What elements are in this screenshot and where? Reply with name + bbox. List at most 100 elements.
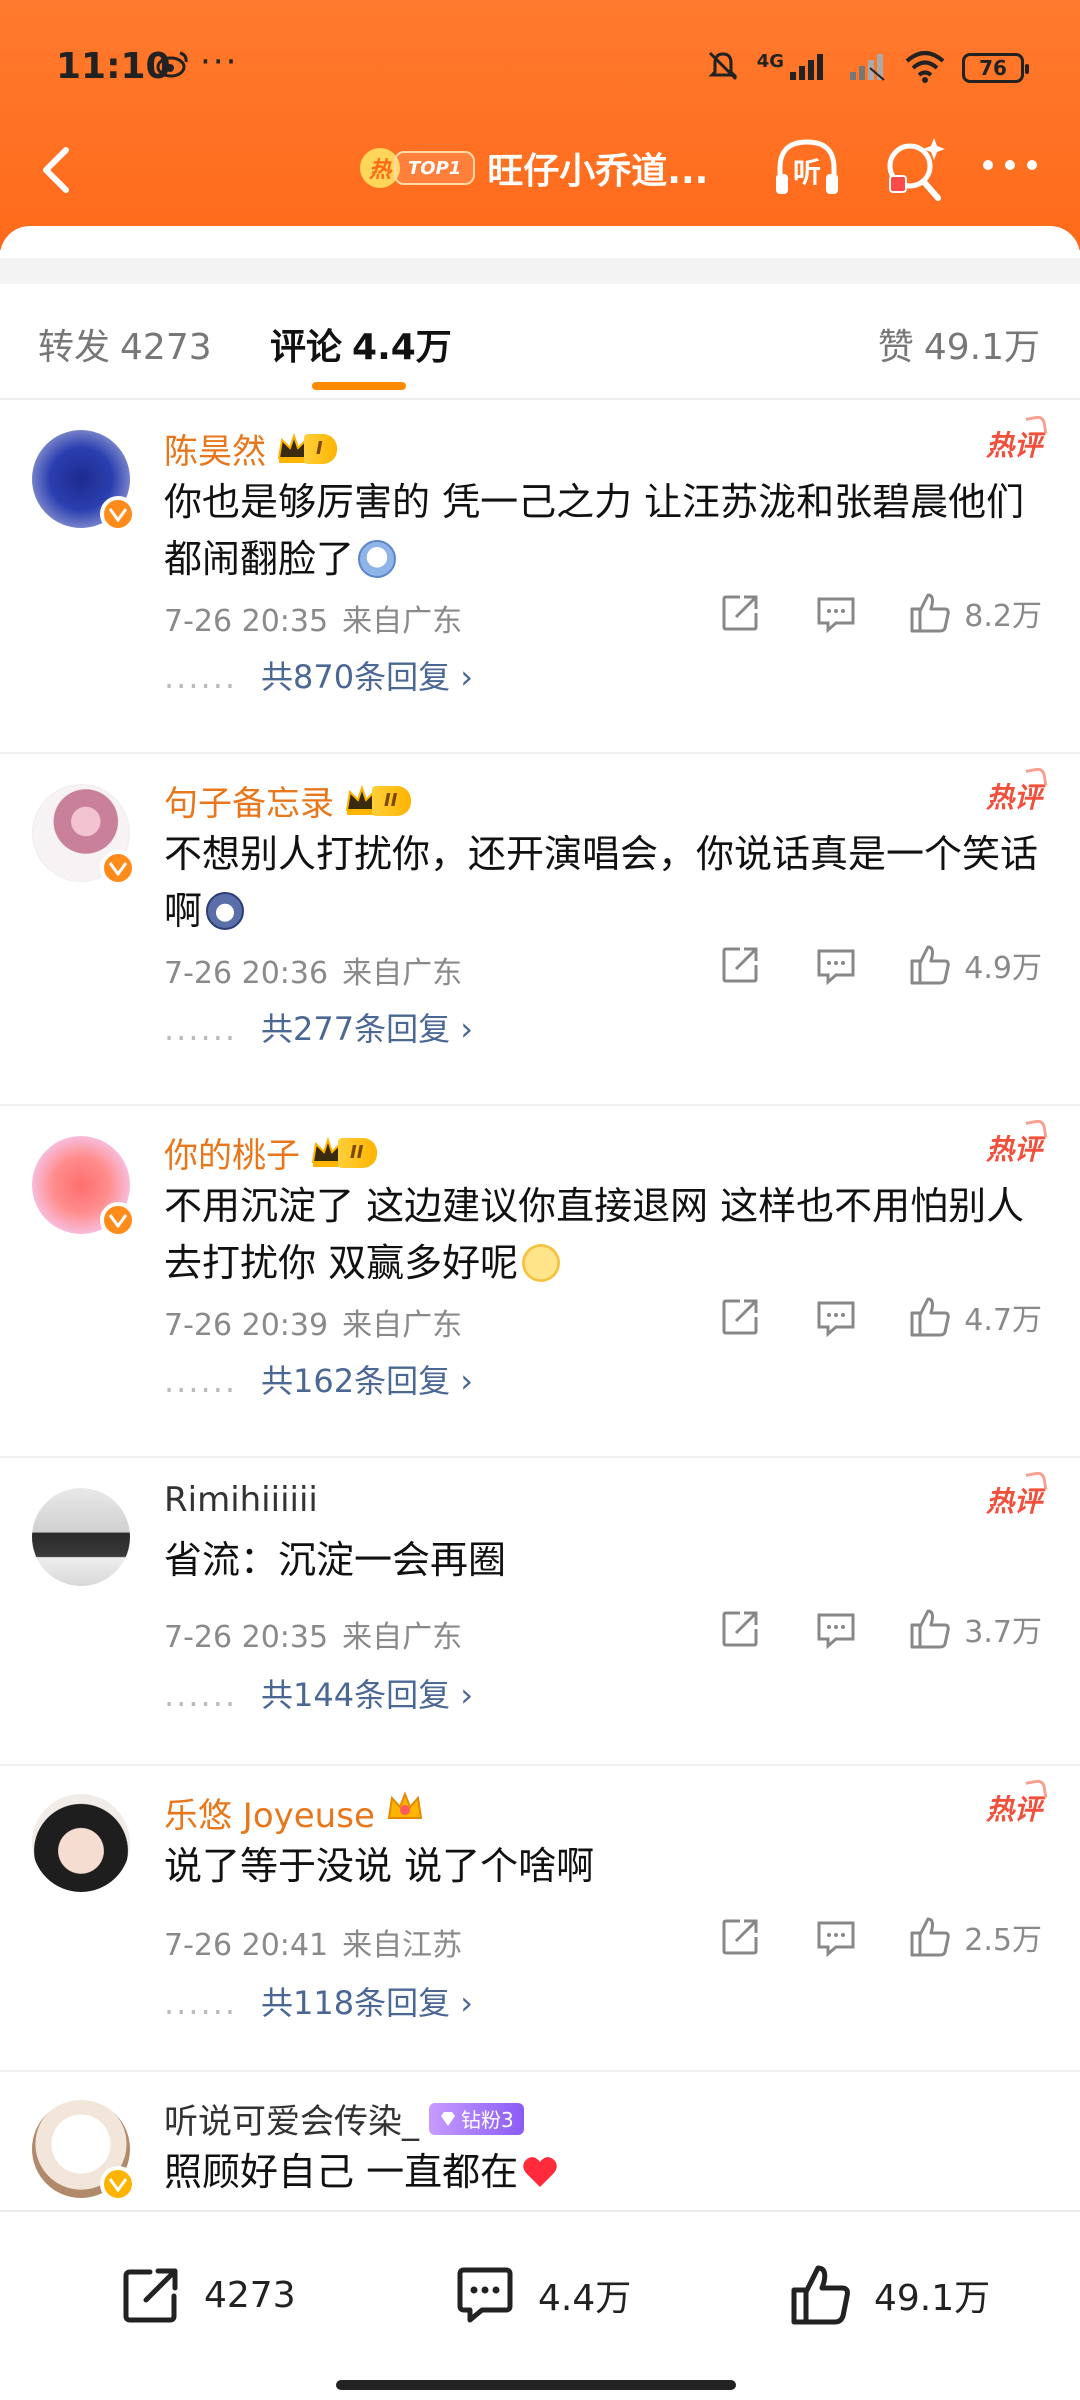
comment-button[interactable]: 4.4万	[452, 2260, 631, 2330]
comment-text-content: 不用沉淀了 这边建议你直接退网 这样也不用怕别人去打扰你 双赢多好呢	[164, 1184, 1025, 1285]
comment-text: 不用沉淀了 这边建议你直接退网 这样也不用怕别人去打扰你 双赢多好呢	[164, 1178, 1044, 1292]
thumbs-up-icon	[910, 593, 950, 633]
tab-repost[interactable]: 转发 4273	[38, 318, 212, 370]
hot-comment-tag: 热评	[986, 776, 1042, 816]
avatar[interactable]	[32, 784, 136, 886]
username-text: 听说可爱会传染_	[164, 2102, 419, 2142]
status-time: 11:10	[56, 46, 171, 87]
tab-like-label: 赞	[877, 327, 914, 368]
like-button[interactable]: 2.5万	[908, 1915, 1042, 1959]
tab-like[interactable]: 赞 49.1万	[878, 318, 1040, 370]
diamond-fan-badge: 钻粉3	[429, 2102, 524, 2135]
share-icon[interactable]	[718, 591, 762, 635]
replies-dots: ......	[164, 658, 238, 696]
replies-dots: ......	[164, 1010, 238, 1048]
like-button[interactable]: 4.9万	[908, 943, 1042, 987]
thumbs-up-icon	[910, 1297, 950, 1337]
like-button[interactable]: 3.7万	[908, 1607, 1042, 1651]
headphones-icon: 听	[776, 139, 838, 194]
replies-dots: ......	[164, 1676, 238, 1714]
tab-comment-label: 评论	[270, 327, 343, 368]
home-indicator[interactable]	[336, 2380, 736, 2390]
avatar[interactable]	[32, 1488, 130, 1586]
comment-time: 7-26 20:35	[164, 604, 329, 639]
svg-text:听: 听	[793, 156, 821, 189]
comment-username[interactable]: 乐悠 Joyeuse	[164, 1788, 425, 1837]
like-button[interactable]: 4.7万	[908, 1295, 1042, 1339]
emoji-icon	[358, 540, 397, 578]
hot-comment-tag: 热评	[986, 424, 1042, 464]
comment-text-content: 照顾好自己 一直都在	[164, 2150, 519, 2194]
comment-username[interactable]: Rimihiiiiii	[164, 1480, 318, 1520]
listen-button[interactable]: 听	[770, 132, 844, 206]
repost-count: 4273	[204, 2274, 296, 2316]
like-count: 8.2万	[964, 599, 1042, 634]
like-post-button[interactable]: 49.1万	[788, 2260, 990, 2330]
title-area[interactable]: 热 TOP1 旺仔小乔道...	[360, 138, 708, 198]
reply-icon[interactable]	[814, 1607, 858, 1651]
comment-username[interactable]: 你的桃子 II	[164, 1128, 378, 1177]
avatar[interactable]	[32, 1136, 136, 1238]
thumbs-up-icon	[910, 1917, 950, 1957]
repost-button[interactable]: 4273	[118, 2260, 296, 2330]
reply-icon[interactable]	[814, 943, 858, 987]
comment-actions: 4.7万	[666, 1292, 1042, 1342]
view-replies-link[interactable]: ...... 共277条回复 ›	[164, 1004, 473, 1050]
comment-text-content: 说了等于没说 说了个啥啊	[164, 1844, 595, 1888]
bottom-action-bar: 4273 4.4万 49.1万	[0, 2210, 1080, 2400]
view-replies-link[interactable]: ...... 共870条回复 ›	[164, 652, 473, 698]
divider-strip	[0, 258, 1080, 284]
search-screen-button[interactable]	[880, 132, 950, 206]
comment-time: 7-26 20:36	[164, 956, 329, 991]
back-button[interactable]	[30, 140, 90, 200]
reply-icon[interactable]	[814, 1915, 858, 1959]
comment-username[interactable]: 句子备忘录 II	[164, 776, 412, 825]
reply-icon[interactable]	[814, 591, 858, 635]
username-text: 陈昊然	[164, 432, 266, 472]
comment-text: 不想别人打扰你，还开演唱会，你说话真是一个笑话啊	[164, 826, 1044, 940]
share-icon[interactable]	[718, 1607, 762, 1651]
signal-2-icon	[848, 50, 888, 86]
avatar[interactable]	[32, 2100, 136, 2202]
replies-text: 共162条回复 ›	[261, 1362, 474, 1400]
tab-comment-count: 4.4万	[352, 327, 452, 368]
share-icon[interactable]	[718, 1915, 762, 1959]
fan-badge-text: 钻粉3	[461, 2108, 514, 2132]
comment-location: 来自广东	[342, 956, 463, 991]
comment-username[interactable]: 陈昊然 I	[164, 424, 337, 473]
comment-text: 照顾好自己 一直都在	[164, 2144, 1044, 2205]
username-text: 句子备忘录	[164, 784, 334, 824]
replies-text: 共118条回复 ›	[261, 1984, 474, 2022]
share-icon[interactable]	[718, 1295, 762, 1339]
thumbs-up-icon	[910, 945, 950, 985]
verified-icon	[100, 496, 136, 532]
replies-text: 共870条回复 ›	[261, 658, 474, 696]
view-replies-link[interactable]: ...... 共144条回复 ›	[164, 1670, 473, 1716]
tab-comment[interactable]: 评论 4.4万	[270, 318, 452, 370]
comment-location: 来自江苏	[342, 1928, 463, 1963]
like-button[interactable]: 8.2万	[908, 591, 1042, 635]
view-replies-link[interactable]: ...... 共118条回复 ›	[164, 1978, 473, 2024]
tab-like-count: 49.1万	[923, 327, 1040, 368]
level-text: II	[372, 785, 412, 816]
comment-icon	[457, 2267, 513, 2323]
nav-bar: 热 TOP1 旺仔小乔道... 听	[0, 126, 1080, 216]
view-replies-link[interactable]: ...... 共162条回复 ›	[164, 1356, 473, 1402]
comment-time: 7-26 20:35	[164, 1620, 329, 1655]
comment-text-content: 你也是够厉害的 凭一己之力 让汪苏泷和张碧晨他们都闹翻脸了	[164, 480, 1025, 581]
share-icon[interactable]	[718, 943, 762, 987]
comment-location: 来自广东	[342, 1308, 463, 1343]
reply-icon[interactable]	[814, 1295, 858, 1339]
comment-text: 省流：沉淀一会再圈	[164, 1532, 1044, 1589]
avatar[interactable]	[32, 1794, 130, 1892]
member-level-badge: II	[310, 1135, 378, 1171]
comment-username[interactable]: 听说可爱会传染_ 钻粉3	[164, 2094, 524, 2143]
comment-meta: 7-26 20:41 来自江苏	[164, 1920, 462, 1964]
more-button[interactable]	[978, 146, 1042, 190]
wifi-icon	[904, 49, 946, 87]
avatar[interactable]	[32, 430, 136, 532]
diamond-icon	[441, 2111, 455, 2126]
crown-icon	[385, 1790, 425, 1835]
emoji-icon	[522, 1244, 561, 1282]
tab-active-indicator	[312, 382, 406, 390]
